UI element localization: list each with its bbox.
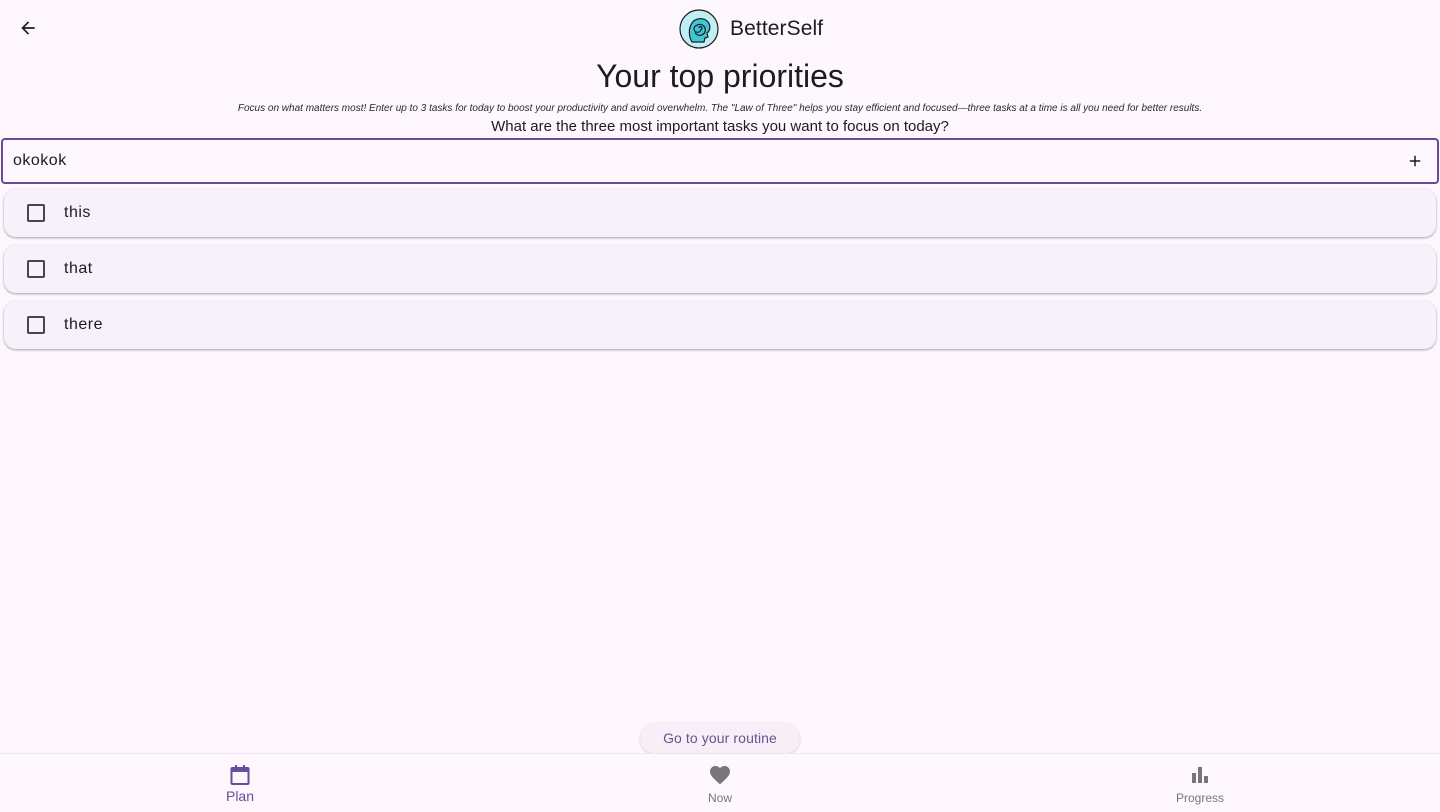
add-task-button[interactable] — [1403, 149, 1427, 173]
intro-text: Focus on what matters most! Enter up to … — [237, 103, 1203, 114]
nav-label-progress: Progress — [1175, 790, 1225, 805]
brand: BetterSelf — [679, 9, 823, 49]
nav-item-now[interactable]: Now — [660, 754, 780, 812]
head-spiral-icon — [679, 9, 719, 49]
task-input[interactable] — [13, 152, 1403, 170]
bar-chart-icon — [1192, 766, 1208, 783]
app-name: BetterSelf — [730, 17, 824, 40]
nav-label-plan: Plan — [225, 788, 255, 804]
calendar-icon — [230, 765, 250, 785]
task-label: there — [64, 316, 103, 333]
app-root: BetterSelf Your top priorities Focus on … — [0, 0, 1440, 812]
task-item: this — [4, 189, 1436, 237]
question-text: What are the three most important tasks … — [491, 118, 949, 135]
task-input-field[interactable] — [1, 138, 1439, 184]
task-label: that — [64, 260, 93, 277]
nav-item-plan[interactable]: Plan — [180, 754, 300, 812]
heart-icon — [710, 765, 730, 784]
task-checkbox[interactable] — [27, 204, 45, 222]
nav-item-progress[interactable]: Progress — [1140, 754, 1260, 812]
arrow-left-icon — [21, 21, 35, 35]
nav-label-now: Now — [707, 790, 732, 805]
task-item: there — [4, 301, 1436, 349]
go-to-routine-button[interactable]: Go to your routine — [640, 722, 800, 754]
task-label: this — [64, 204, 91, 221]
task-checkbox[interactable] — [27, 316, 45, 334]
bottom-navigation: Plan Now Progress — [0, 753, 1440, 812]
plus-icon — [1409, 155, 1421, 167]
task-checkbox[interactable] — [27, 260, 45, 278]
page-title: Your top priorities — [596, 58, 844, 94]
task-list: this that there — [4, 189, 1436, 357]
task-item: that — [4, 245, 1436, 293]
back-button[interactable] — [12, 12, 44, 44]
